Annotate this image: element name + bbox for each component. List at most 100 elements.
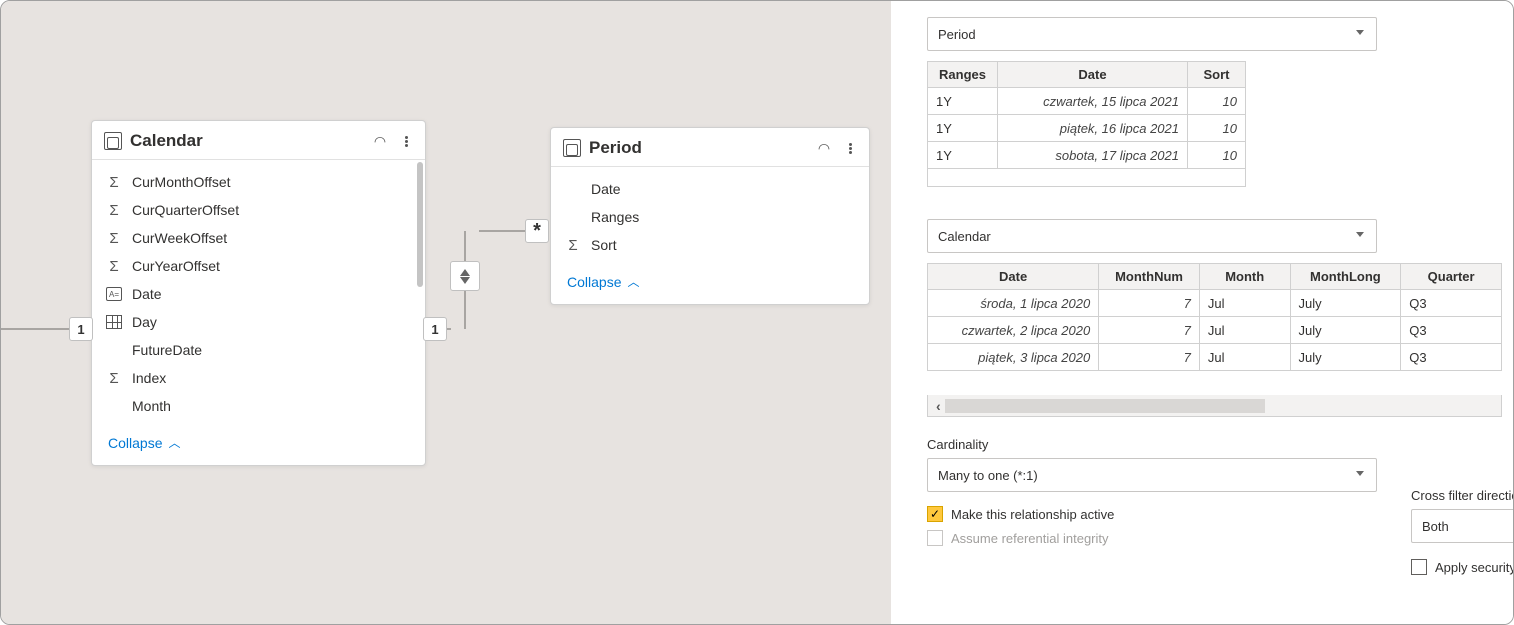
table-card-period[interactable]: Period ◠ Date Ranges Σ Sort Collapse ︿ [550,127,870,305]
chevron-up-icon: ︿ [627,273,639,290]
cross-filter-section: Cross filter direction Both [1411,488,1513,543]
text-field-icon: A= [106,287,122,301]
sigma-icon: Σ [106,258,122,275]
table-row[interactable]: 1Ypiątek, 16 lipca 202110 [928,115,1246,142]
field-name: Ranges [591,209,851,225]
field-row[interactable]: Σ Sort [551,231,869,259]
model-canvas[interactable]: Calendar ◠ Σ CurMonthOffset Σ CurQuarterOff… [1,1,891,624]
dropdown-value: Both [1422,519,1449,534]
visibility-icon[interactable]: ◠ [369,133,391,150]
column-header[interactable]: Sort [1188,62,1246,88]
field-row[interactable]: Month [92,392,425,420]
chevron-left-icon[interactable]: ‹ [936,398,941,414]
table-row[interactable]: 1Ysobota, 17 lipca 202110 [928,142,1246,169]
table-card-calendar[interactable]: Calendar ◠ Σ CurMonthOffset Σ CurQuarterOff… [91,120,426,466]
sigma-icon: Σ [106,370,122,387]
field-row[interactable]: A=Date [92,280,425,308]
field-row[interactable]: Σ CurWeekOffset [92,224,425,252]
field-name: FutureDate [132,342,407,358]
sigma-icon: Σ [106,174,122,191]
card-header: Period ◠ [551,128,869,167]
table-cell: 10 [1188,88,1246,115]
dropdown-value: Period [938,27,976,42]
table-cell: 1Y [928,115,998,142]
cardinality-one-badge: 1 [69,317,93,341]
apply-security-checkbox[interactable]: Apply security filter in both directions [1411,559,1513,575]
column-header[interactable]: Ranges [928,62,998,88]
column-header[interactable]: Quarter [1401,264,1502,290]
sigma-icon: Σ [106,230,122,247]
table-cell: 10 [1188,115,1246,142]
field-row[interactable]: ΣIndex [92,364,425,392]
field-row[interactable]: Date [551,175,869,203]
field-row[interactable]: Day [92,308,425,336]
field-list: Date Ranges Σ Sort [551,167,869,263]
table-cell: July [1290,317,1401,344]
cardinality-many-badge: * [525,219,549,243]
collapse-button[interactable]: Collapse ︿ [92,424,425,465]
from-table-dropdown[interactable]: Period [927,17,1377,51]
checkbox-icon: ✓ [927,506,943,522]
cross-filter-dropdown[interactable]: Both [1411,509,1513,543]
visibility-icon[interactable]: ◠ [813,140,835,157]
relationship-line [464,289,466,329]
table-cell: Jul [1199,344,1290,371]
more-options-icon[interactable] [843,143,857,154]
field-name: CurWeekOffset [132,230,407,246]
table-cell: Jul [1199,290,1290,317]
collapse-button[interactable]: Collapse ︿ [551,263,869,304]
field-row[interactable]: Σ CurQuarterOffset [92,196,425,224]
cross-filter-both-icon[interactable] [450,261,480,291]
field-row[interactable]: FutureDate [92,336,425,364]
dropdown-value: Many to one (*:1) [938,468,1038,483]
scrollbar-thumb[interactable] [417,162,423,287]
table-row[interactable]: środa, 1 lipca 20207JulJulyQ3 [928,290,1502,317]
field-row[interactable]: ΣCurYearOffset [92,252,425,280]
calendar-preview-table: DateMonthNumMonthMonthLongQuarterśroda, … [927,263,1502,371]
table-row[interactable]: czwartek, 2 lipca 20207JulJulyQ3 [928,317,1502,344]
field-name: Sort [591,237,851,253]
cross-filter-label: Cross filter direction [1411,488,1513,503]
card-title: Period [589,138,805,158]
checkbox-icon [1411,559,1427,575]
field-row[interactable]: Ranges [551,203,869,231]
table-row[interactable]: piątek, 3 lipca 20207JulJulyQ3 [928,344,1502,371]
sigma-icon: Σ [106,202,122,219]
field-name: CurMonthOffset [132,174,407,190]
table-cell: czwartek, 2 lipca 2020 [928,317,1099,344]
table-icon [104,132,122,150]
field-row[interactable]: Σ CurMonthOffset [92,168,425,196]
relationship-properties-panel: Period RangesDateSort1Yczwartek, 15 lipc… [891,1,1513,624]
triangle-down-icon [460,277,470,284]
to-table-dropdown[interactable]: Calendar [927,219,1377,253]
table-cell: środa, 1 lipca 2020 [928,290,1099,317]
scrollbar-track[interactable] [945,399,1265,413]
chevron-down-icon [1356,232,1364,237]
more-options-icon[interactable] [399,136,413,147]
table-cell: piątek, 3 lipca 2020 [928,344,1099,371]
column-header[interactable]: Month [1199,264,1290,290]
checkbox-label: Apply security filter in both directions [1435,560,1513,575]
column-header[interactable]: Date [928,264,1099,290]
period-preview-table: RangesDateSort1Yczwartek, 15 lipca 20211… [927,61,1246,187]
field-name: CurQuarterOffset [132,202,407,218]
sigma-icon: Σ [565,237,581,254]
relationship-line [464,231,466,265]
table-cell: July [1290,344,1401,371]
table-cell: 7 [1099,290,1200,317]
column-header[interactable]: MonthNum [1099,264,1200,290]
checkbox-label: Make this relationship active [951,507,1114,522]
collapse-label: Collapse [108,435,162,451]
table-cell: July [1290,290,1401,317]
card-header: Calendar ◠ [92,121,425,160]
chevron-up-icon: ︿ [168,434,180,451]
cardinality-one-badge: 1 [423,317,447,341]
column-header[interactable]: MonthLong [1290,264,1401,290]
table-row[interactable]: 1Yczwartek, 15 lipca 202110 [928,88,1246,115]
horizontal-scrollbar[interactable]: ‹ [927,395,1502,417]
table-cell: 1Y [928,88,998,115]
field-name: Date [591,181,851,197]
cardinality-dropdown[interactable]: Many to one (*:1) [927,458,1377,492]
column-header[interactable]: Date [998,62,1188,88]
table-cell: 1Y [928,142,998,169]
